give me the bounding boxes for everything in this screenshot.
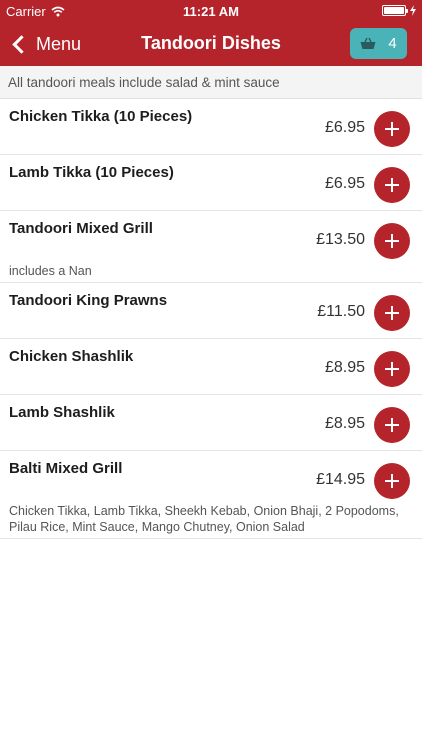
basket-icon [360, 37, 376, 49]
item-price: £6.95 [324, 119, 365, 136]
menu-item: Tandoori King Prawns £11.50 [0, 283, 422, 339]
menu-item: Tandoori Mixed Grill £13.50 includes a N… [0, 211, 422, 283]
status-right [382, 5, 416, 16]
info-notice: All tandoori meals include salad & mint … [0, 66, 422, 99]
add-to-basket-button[interactable] [374, 167, 410, 203]
item-price: £6.95 [324, 175, 365, 192]
charging-icon [410, 5, 416, 16]
item-description: Chicken Tikka, Lamb Tikka, Sheekh Kebab,… [9, 504, 399, 534]
item-price: £8.95 [324, 359, 365, 376]
menu-item: Chicken Shashlik £8.95 [0, 339, 422, 395]
add-to-basket-button[interactable] [374, 111, 410, 147]
basket-button[interactable]: 4 [350, 28, 407, 59]
header-bar: Carrier 11:21 AM Menu Tandoori Dishes 4 [0, 0, 422, 66]
menu-item: Balti Mixed Grill £14.95 Chicken Tikka, … [0, 451, 422, 539]
navigation-bar: Menu Tandoori Dishes 4 [0, 22, 422, 66]
add-to-basket-button[interactable] [374, 351, 410, 387]
item-name: Tandoori Mixed Grill [9, 220, 153, 237]
menu-item: Chicken Tikka (10 Pieces) £6.95 [0, 99, 422, 155]
item-description: includes a Nan [9, 264, 92, 278]
status-bar: Carrier 11:21 AM [0, 0, 422, 22]
item-price: £14.95 [316, 471, 365, 488]
status-time: 11:21 AM [183, 4, 239, 19]
battery-icon [382, 5, 408, 16]
basket-count: 4 [388, 35, 397, 52]
item-price: £13.50 [316, 231, 365, 248]
add-to-basket-button[interactable] [374, 463, 410, 499]
item-name: Chicken Shashlik [9, 348, 134, 365]
item-name: Tandoori King Prawns [9, 292, 168, 309]
menu-list: Chicken Tikka (10 Pieces) £6.95 Lamb Tik… [0, 99, 422, 539]
item-price: £8.95 [324, 415, 365, 432]
item-name: Chicken Tikka (10 Pieces) [9, 108, 193, 125]
item-name: Lamb Tikka (10 Pieces) [9, 164, 174, 181]
add-to-basket-button[interactable] [374, 295, 410, 331]
item-name: Lamb Shashlik [9, 404, 115, 421]
item-name: Balti Mixed Grill [9, 460, 123, 477]
menu-item: Lamb Tikka (10 Pieces) £6.95 [0, 155, 422, 211]
item-price: £11.50 [317, 303, 365, 320]
add-to-basket-button[interactable] [374, 223, 410, 259]
menu-item: Lamb Shashlik £8.95 [0, 395, 422, 451]
add-to-basket-button[interactable] [374, 407, 410, 443]
